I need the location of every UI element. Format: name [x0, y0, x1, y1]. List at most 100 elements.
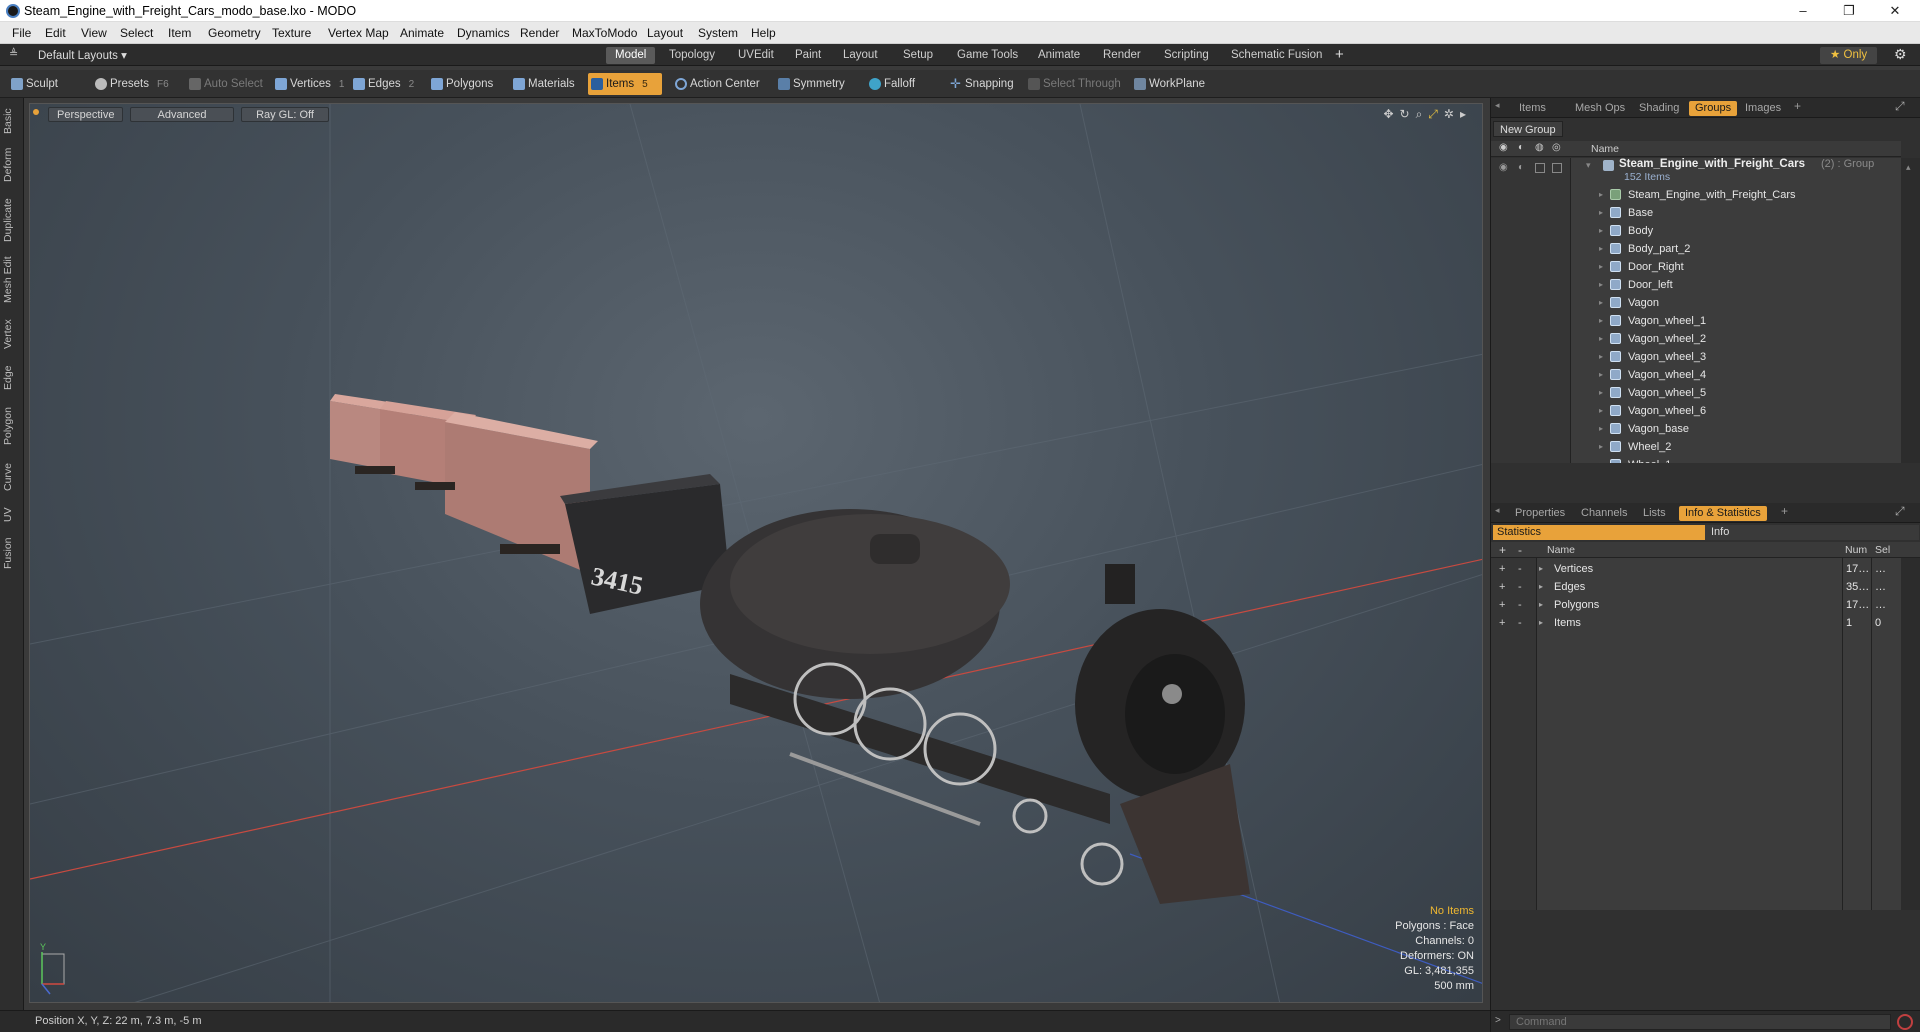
groups-tree[interactable]: ◉ ◐ ▾ Steam_Engine_with_Freight_Cars (2)… — [1491, 158, 1901, 463]
list-item[interactable]: ▸ Steam_Engine_with_Freight_Cars — [1491, 186, 1901, 204]
symmetry-button[interactable]: Symmetry — [775, 73, 855, 95]
side-tab-fusion[interactable]: Fusion — [2, 534, 22, 572]
list-item[interactable]: ▸ Body — [1491, 222, 1901, 240]
presets-button[interactable]: Presets F6 — [92, 73, 170, 95]
list-item[interactable]: ▸ Door_Right — [1491, 258, 1901, 276]
side-tab-curve[interactable]: Curve — [2, 458, 22, 496]
add-tab-button[interactable]: + — [1335, 46, 1344, 63]
list-item[interactable]: ▸ Vagon_base — [1491, 420, 1901, 438]
row-remove-icon[interactable]: - — [1518, 560, 1522, 578]
expand-arrow-icon[interactable]: ▸ — [1599, 456, 1603, 463]
menu-view[interactable]: View — [81, 26, 107, 40]
list-item[interactable]: ▸ Vagon_wheel_4 — [1491, 366, 1901, 384]
side-tab-basic[interactable]: Basic — [2, 106, 22, 136]
menu-system[interactable]: System — [698, 26, 738, 40]
tab-channels[interactable]: Channels — [1575, 506, 1633, 521]
expand-panel-icon[interactable]: ⤢ — [1895, 99, 1905, 114]
list-item[interactable]: ▸ Door_left — [1491, 276, 1901, 294]
expand-arrow-icon[interactable]: ▸ — [1599, 348, 1603, 366]
workplane-button[interactable]: WorkPlane — [1131, 73, 1211, 95]
side-tab-mesh-edit[interactable]: Mesh Edit — [2, 254, 22, 306]
list-item[interactable]: ▸ Body_part_2 — [1491, 240, 1901, 258]
expand-arrow-icon[interactable]: ▸ — [1599, 222, 1603, 240]
row-add-icon[interactable]: + — [1499, 578, 1505, 596]
row-remove-icon[interactable]: - — [1518, 578, 1522, 596]
tab-shading[interactable]: Shading — [1633, 101, 1685, 116]
sculpt-button[interactable]: Sculpt — [8, 73, 86, 95]
list-item[interactable]: ▸ Vagon_wheel_6 — [1491, 402, 1901, 420]
list-item[interactable]: ▸ Vagon_wheel_3 — [1491, 348, 1901, 366]
group-select-checkbox[interactable] — [1552, 163, 1562, 173]
menu-select[interactable]: Select — [120, 26, 153, 40]
maximize-button[interactable]: ❐ — [1826, 0, 1872, 22]
layout-collapse-icon[interactable]: ≜ — [9, 47, 18, 60]
expand-arrow-icon[interactable]: ▸ — [1599, 420, 1603, 438]
menu-geometry[interactable]: Geometry — [208, 26, 261, 40]
gear-icon[interactable]: ⚙ — [1894, 46, 1907, 63]
command-input[interactable] — [1509, 1014, 1891, 1030]
tab-render[interactable]: Render — [1094, 47, 1150, 64]
3d-viewport[interactable]: Perspective Advanced Ray GL: Off ✥↻⌕⤢✲▸ — [29, 103, 1483, 1003]
menu-item[interactable]: Item — [168, 26, 191, 40]
expand-arrow-icon[interactable]: ▸ — [1599, 402, 1603, 420]
expand-arrow-icon[interactable]: ▸ — [1599, 240, 1603, 258]
expand-arrow-icon[interactable]: ▸ — [1599, 330, 1603, 348]
snapping-button[interactable]: ✛ Snapping — [947, 73, 1027, 95]
layout-preset-dropdown[interactable]: Default Layouts ▾ — [38, 48, 127, 62]
row-remove-icon[interactable]: - — [1518, 596, 1522, 614]
action-center-button[interactable]: Action Center — [672, 73, 762, 95]
tab-images[interactable]: Images — [1739, 101, 1787, 116]
side-tab-uv[interactable]: UV — [2, 504, 22, 526]
list-item[interactable]: ▸ Vagon — [1491, 294, 1901, 312]
row-add-icon[interactable]: + — [1499, 596, 1505, 614]
select-column-icon[interactable]: ◎ — [1552, 142, 1561, 153]
tab-lists[interactable]: Lists — [1637, 506, 1672, 521]
row-expand-icon[interactable]: ▸ — [1539, 560, 1543, 578]
row-expand-icon[interactable]: ▸ — [1539, 578, 1543, 596]
table-row[interactable]: + - ▸ Edges 35…… — [1491, 578, 1920, 596]
list-item[interactable]: ▸ Wheel_1 — [1491, 456, 1901, 463]
group-visibility-icon[interactable]: ◉ — [1499, 162, 1508, 173]
select-through-button[interactable]: Select Through — [1025, 73, 1125, 95]
menu-help[interactable]: Help — [751, 26, 776, 40]
statistics-scrollbar[interactable] — [1901, 558, 1920, 910]
tab-setup[interactable]: Setup — [894, 47, 942, 64]
row-add-icon[interactable]: + — [1499, 614, 1505, 632]
menu-file[interactable]: File — [12, 26, 31, 40]
falloff-button[interactable]: Falloff — [866, 73, 936, 95]
render-column-icon[interactable]: ◍ — [1535, 142, 1544, 153]
menu-texture[interactable]: Texture — [272, 26, 311, 40]
side-tab-edge[interactable]: Edge — [2, 362, 22, 394]
expand-properties-icon[interactable]: ⤢ — [1895, 504, 1905, 519]
tab-items[interactable]: Items — [1513, 101, 1552, 116]
row-remove-icon[interactable]: - — [1518, 614, 1522, 632]
list-item[interactable]: ▸ Vagon_wheel_1 — [1491, 312, 1901, 330]
expand-arrow-icon[interactable]: ▸ — [1599, 204, 1603, 222]
add-panel-tab-button[interactable]: + — [1794, 99, 1801, 113]
table-row[interactable]: + - ▸ Polygons 17…… — [1491, 596, 1920, 614]
menu-vertex-map[interactable]: Vertex Map — [328, 26, 389, 40]
side-tab-polygon[interactable]: Polygon — [2, 402, 22, 450]
visibility-column-icon[interactable]: ◉ — [1499, 142, 1508, 153]
only-toggle[interactable]: ★ Only — [1820, 47, 1878, 64]
tab-layout[interactable]: Layout — [834, 47, 887, 64]
panel-menu-icon[interactable]: ◂ — [1495, 100, 1500, 111]
tab-model[interactable]: Model — [606, 47, 656, 64]
scroll-up-icon[interactable]: ▴ — [1906, 162, 1911, 173]
tab-animate[interactable]: Animate — [1029, 47, 1089, 64]
tab-uvedit[interactable]: UVEdit — [729, 47, 783, 64]
auto-select-button[interactable]: Auto Select — [186, 73, 266, 95]
info-subtab[interactable]: Info — [1705, 525, 1919, 540]
side-tab-duplicate[interactable]: Duplicate — [2, 194, 22, 246]
tab-topology[interactable]: Topology — [660, 47, 724, 64]
list-item[interactable]: ▸ Base — [1491, 204, 1901, 222]
row-expand-icon[interactable]: ▸ — [1539, 614, 1543, 632]
materials-mode-button[interactable]: Materials — [510, 73, 580, 95]
menu-render[interactable]: Render — [520, 26, 559, 40]
list-item[interactable]: ▸ Vagon_wheel_5 — [1491, 384, 1901, 402]
group-row[interactable]: ◉ ◐ ▾ Steam_Engine_with_Freight_Cars (2)… — [1491, 158, 1901, 186]
menu-animate[interactable]: Animate — [400, 26, 444, 40]
row-add-icon[interactable]: + — [1499, 560, 1505, 578]
list-item[interactable]: ▸ Vagon_wheel_2 — [1491, 330, 1901, 348]
table-row[interactable]: + - ▸ Items 1 0 — [1491, 614, 1920, 632]
